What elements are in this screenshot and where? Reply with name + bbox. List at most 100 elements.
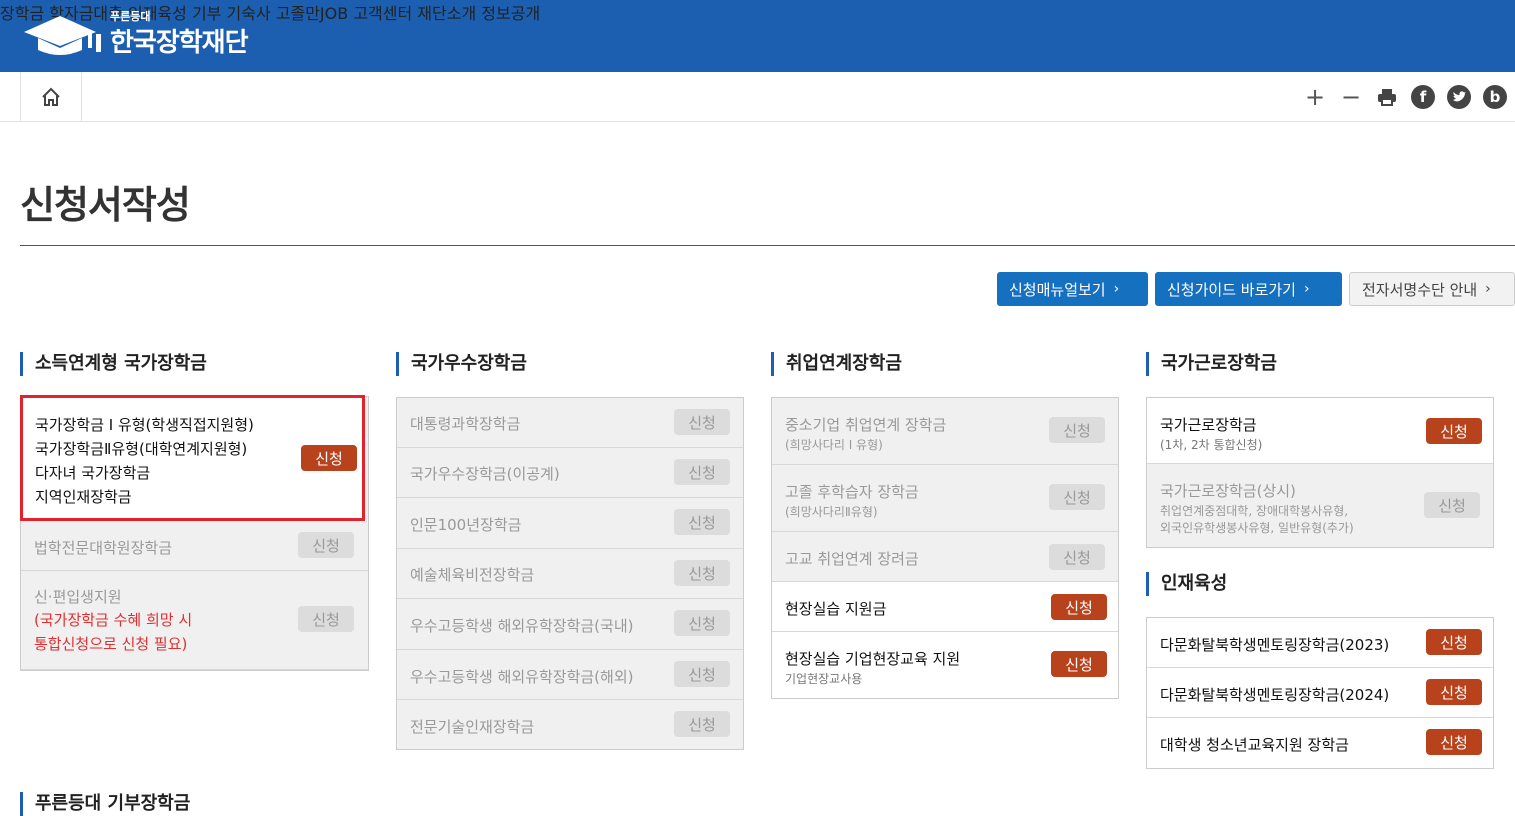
apply-button[interactable]: 신청 xyxy=(674,409,730,435)
list-item-sub: (희망사다리 Ⅰ 유형) xyxy=(785,438,883,452)
work-study-list: 국가근로장학금 (1차, 2차 통합신청) 신청 국가근로장학금(상시) 취업연… xyxy=(1146,397,1494,548)
list-item: 우수고등학생 해외유학장학금(해외) 신청 xyxy=(397,650,743,700)
apply-button[interactable]: 신청 xyxy=(1424,492,1480,518)
section-title-employment: 취업연계장학금 xyxy=(771,352,902,376)
facebook-icon[interactable]: f xyxy=(1411,85,1435,109)
list-item: 법학전문대학원장학금 신청 xyxy=(21,521,368,571)
chevron-right-icon: › xyxy=(1485,281,1491,297)
nav-customer-center[interactable]: 고객센터 xyxy=(353,4,412,23)
apply-button[interactable]: 신청 xyxy=(298,532,354,558)
list-item-label: 신·편입생지원 xyxy=(34,588,122,606)
manual-button-label: 신청매뉴얼보기 xyxy=(1009,280,1106,299)
list-item-sub: 기업현장교사용 xyxy=(785,672,863,686)
apply-button[interactable]: 신청 xyxy=(1426,629,1482,655)
section-title-talent: 인재육성 xyxy=(1146,572,1227,596)
apply-button[interactable]: 신청 xyxy=(674,560,730,586)
page-title: 신청서작성 xyxy=(20,183,191,227)
list-item-label: 다문화탈북학생멘토링장학금(2024) xyxy=(1160,686,1390,704)
section-title-donation: 푸른등대 기부장학금 xyxy=(20,792,190,816)
e-signature-button[interactable]: 전자서명수단 안내 › xyxy=(1349,272,1515,306)
talent-scholarship-list: 다문화탈북학생멘토링장학금(2023) 신청 다문화탈북학생멘토링장학금(202… xyxy=(1146,617,1494,769)
list-item-sub: 취업연계중점대학, 장애대학봉사유형, xyxy=(1160,504,1349,518)
list-item-sub: (1차, 2차 통합신청) xyxy=(1160,438,1263,452)
list-item-label: 국가우수장학금(이공계) xyxy=(410,465,560,483)
list-item-sub: 외국인유학생봉사유형, 일반유형(추가) xyxy=(1160,521,1354,535)
guide-button[interactable]: 신청가이드 바로가기 › xyxy=(1155,272,1342,306)
print-icon[interactable] xyxy=(1375,85,1399,109)
apply-button[interactable]: 신청 xyxy=(1051,594,1107,620)
chevron-right-icon: › xyxy=(1303,281,1310,297)
apply-button[interactable]: 신청 xyxy=(1049,484,1105,510)
list-item: 현장실습 기업현장교육 지원 기업현장교사용 신청 xyxy=(772,632,1118,698)
home-button[interactable] xyxy=(20,72,82,121)
apply-button[interactable]: 신청 xyxy=(1049,417,1105,443)
section-title-work-study: 국가근로장학금 xyxy=(1146,352,1277,376)
list-item-note: 통합신청으로 신청 필요) xyxy=(34,635,188,653)
list-item-label: 대통령과학장학금 xyxy=(410,415,521,433)
list-item: 우수고등학생 해외유학장학금(국내) 신청 xyxy=(397,599,743,650)
list-item: 중소기업 취업연계 장학금 (희망사다리 Ⅰ 유형) 신청 xyxy=(772,398,1118,465)
nav-disclosure[interactable]: 정보공개 xyxy=(481,4,540,23)
list-item: 국가우수장학금(이공계) 신청 xyxy=(397,448,743,498)
zoom-in-icon[interactable]: + xyxy=(1303,85,1327,109)
list-item: 고교 취업연계 장려금 신청 xyxy=(772,532,1118,582)
excellence-scholarship-list: 대통령과학장학금 신청 국가우수장학금(이공계) 신청 인문100년장학금 신청… xyxy=(396,397,744,750)
list-item: 신·편입생지원 (국가장학금 수혜 희망 시 통합신청으로 신청 필요) 신청 xyxy=(21,572,368,670)
nav-job[interactable]: 고졸만JOB xyxy=(276,4,348,23)
list-item-label: 다문화탈북학생멘토링장학금(2023) xyxy=(1160,636,1390,654)
list-item: 대통령과학장학금 신청 xyxy=(397,398,743,448)
apply-button[interactable]: 신청 xyxy=(1426,729,1482,755)
list-item-label: 중소기업 취업연계 장학금 xyxy=(785,416,947,434)
apply-button[interactable]: 신청 xyxy=(298,606,354,632)
home-icon xyxy=(42,87,60,106)
list-item-label: 법학전문대학원장학금 xyxy=(34,539,173,557)
graduation-cap-icon xyxy=(24,16,101,55)
utility-toolbar: + − f b xyxy=(0,72,1515,122)
list-item: 현장실습 지원금 신청 xyxy=(772,582,1118,632)
site-logo[interactable]: 푸른등대 한국장학재단 xyxy=(22,8,272,64)
list-item-label: 국가장학금Ⅱ유형(대학연계지원형) xyxy=(35,440,248,458)
list-item: 국가근로장학금 (1차, 2차 통합신청) 신청 xyxy=(1147,398,1493,464)
list-item-label: 우수고등학생 해외유학장학금(해외) xyxy=(410,668,634,686)
manual-button[interactable]: 신청매뉴얼보기 › xyxy=(997,272,1148,306)
list-item-label: 국가장학금 Ⅰ 유형(학생직접지원형) xyxy=(35,416,254,434)
apply-button[interactable]: 신청 xyxy=(1051,651,1107,677)
apply-button[interactable]: 신청 xyxy=(674,509,730,535)
list-item-label: 고졸 후학습자 장학금 xyxy=(785,483,919,501)
apply-button[interactable]: 신청 xyxy=(674,610,730,636)
list-item-label: 대학생 청소년교육지원 장학금 xyxy=(1160,736,1349,754)
logo-title: 한국장학재단 xyxy=(110,28,249,58)
list-item: 다문화탈북학생멘토링장학금(2024) 신청 xyxy=(1147,668,1493,718)
list-item-label: 전문기술인재장학금 xyxy=(410,718,535,736)
apply-button[interactable]: 신청 xyxy=(1426,418,1482,444)
apply-button[interactable]: 신청 xyxy=(674,661,730,687)
twitter-icon[interactable] xyxy=(1447,85,1471,109)
list-item-label: 인문100년장학금 xyxy=(410,516,522,534)
e-signature-button-label: 전자서명수단 안내 xyxy=(1362,280,1478,299)
nav-about[interactable]: 재단소개 xyxy=(417,4,476,23)
list-item-label: 현장실습 지원금 xyxy=(785,600,887,618)
list-item: 전문기술인재장학금 신청 xyxy=(397,700,743,749)
apply-button[interactable]: 신청 xyxy=(674,459,730,485)
blog-icon[interactable]: b xyxy=(1483,85,1507,109)
chevron-right-icon: › xyxy=(1113,281,1120,297)
title-divider xyxy=(20,245,1515,246)
zoom-out-icon[interactable]: − xyxy=(1339,85,1363,109)
apply-button[interactable]: 신청 xyxy=(301,445,357,471)
list-item: 대학생 청소년교육지원 장학금 신청 xyxy=(1147,718,1493,768)
apply-button[interactable]: 신청 xyxy=(674,711,730,737)
apply-button[interactable]: 신청 xyxy=(1049,544,1105,570)
national-scholarship-highlight[interactable]: 국가장학금 Ⅰ 유형(학생직접지원형) 국가장학금Ⅱ유형(대학연계지원형) 다자… xyxy=(20,395,365,521)
list-item: 고졸 후학습자 장학금 (희망사다리Ⅱ유형) 신청 xyxy=(772,465,1118,532)
list-item-sub: (희망사다리Ⅱ유형) xyxy=(785,505,878,519)
tool-icons: + − f b xyxy=(1303,85,1507,109)
list-item-note: (국가장학금 수혜 희망 시 xyxy=(34,611,193,629)
list-item: 국가근로장학금(상시) 취업연계중점대학, 장애대학봉사유형, 외국인유학생봉사… xyxy=(1147,464,1493,547)
list-item: 인문100년장학금 신청 xyxy=(397,498,743,549)
list-item-label: 고교 취업연계 장려금 xyxy=(785,550,919,568)
apply-button[interactable]: 신청 xyxy=(1426,679,1482,705)
list-item-label: 국가근로장학금 xyxy=(1160,416,1257,434)
section-title-income: 소득연계형 국가장학금 xyxy=(20,352,207,376)
top-header: 푸른등대 한국장학재단 장학금 학자금대출 인재육성 기부 기숙사 고졸만JOB… xyxy=(0,0,1515,72)
list-item: 다문화탈북학생멘토링장학금(2023) 신청 xyxy=(1147,618,1493,668)
